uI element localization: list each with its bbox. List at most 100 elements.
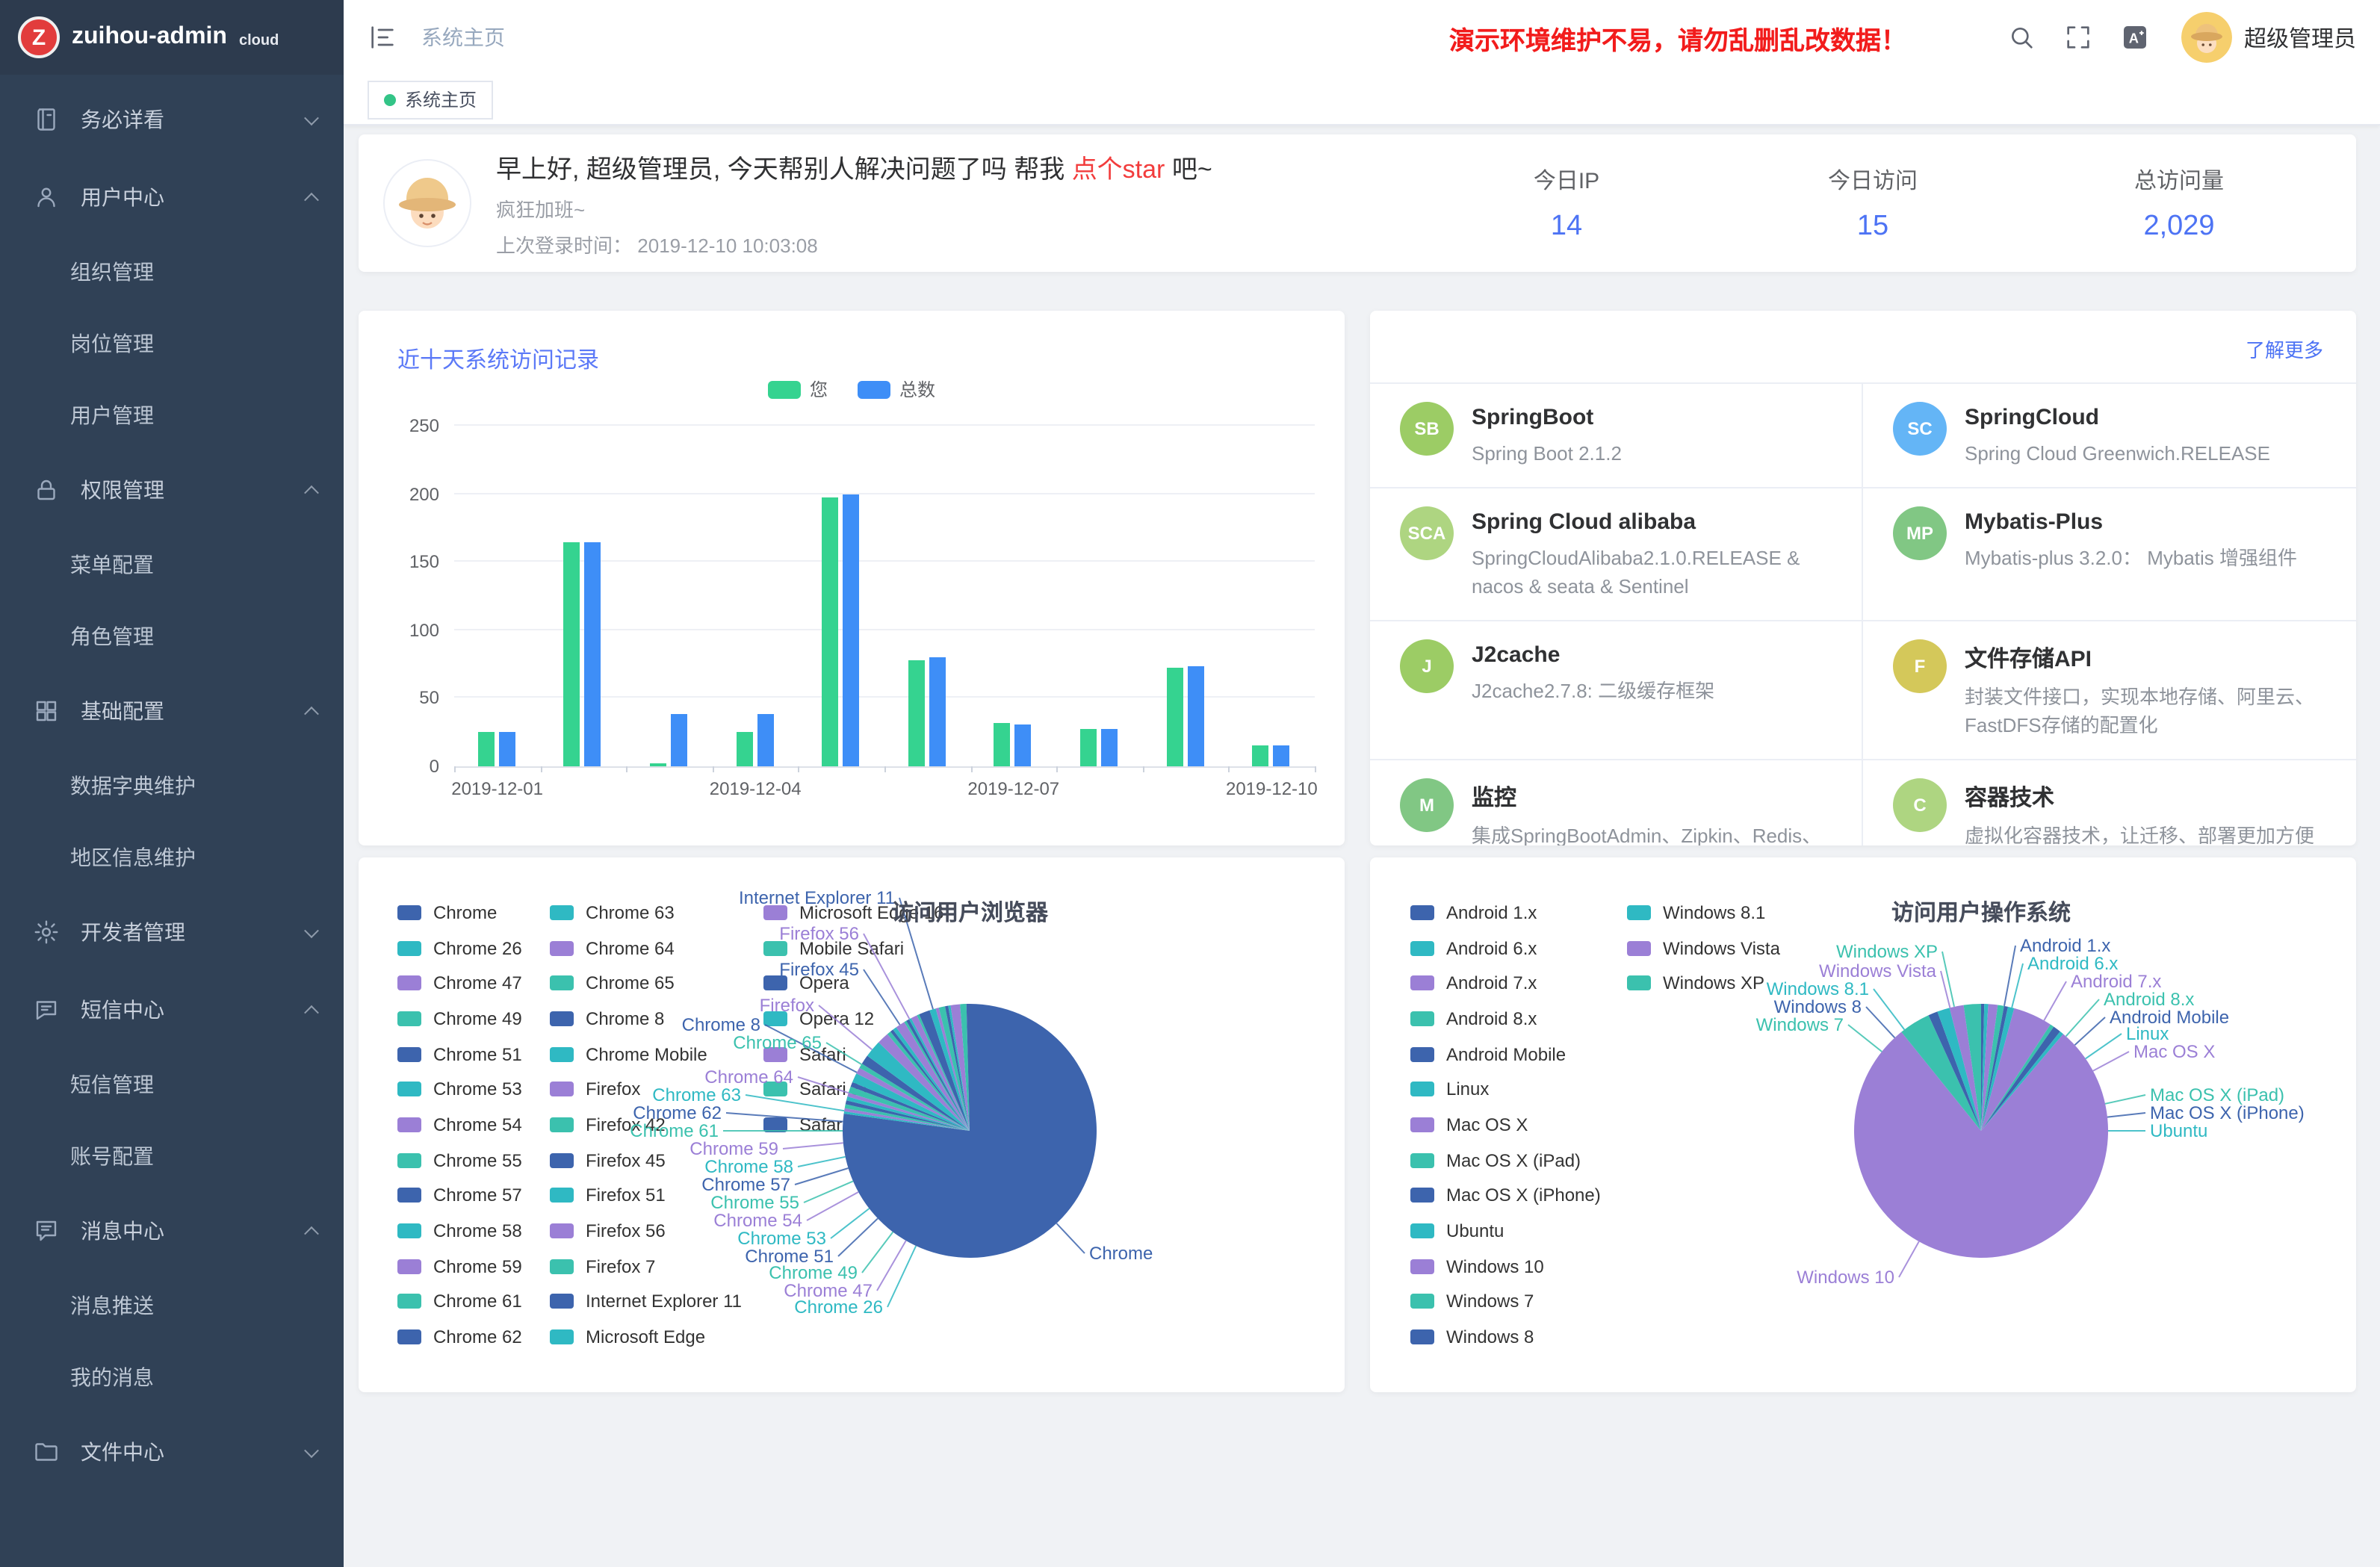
pie-callout-label: Chrome 59: [689, 1139, 778, 1159]
sidebar-subitem[interactable]: 我的消息: [0, 1341, 344, 1413]
bar[interactable]: [757, 715, 773, 766]
book-icon: [33, 106, 60, 133]
feature-body: SpringCloudSpring Cloud Greenwich.RELEAS…: [1965, 402, 2270, 468]
sidebar-item[interactable]: 短信中心: [0, 971, 344, 1049]
sidebar-subitem[interactable]: 短信管理: [0, 1049, 344, 1120]
feature-item[interactable]: C容器技术虚拟化容器技术，让迁移、部署更加方便快捷: [1863, 758, 2356, 845]
pie-callout-label: Firefox 56: [779, 924, 859, 944]
legend-item[interactable]: 您: [768, 376, 828, 402]
charts-row-2: ChromeChrome 26Chrome 47Chrome 49Chrome …: [359, 857, 2356, 1392]
bar[interactable]: [1187, 667, 1203, 766]
callout-line: [862, 1232, 893, 1273]
bar[interactable]: [1166, 668, 1183, 766]
sidebar-subitem[interactable]: 数据字典维护: [0, 750, 344, 822]
callout-line: [2107, 1113, 2145, 1117]
logo[interactable]: Z zuihou-admin cloud: [0, 0, 344, 75]
stat-value: 14: [1413, 210, 1720, 243]
bar[interactable]: [650, 763, 666, 766]
bar[interactable]: [1015, 724, 1032, 766]
feature-grid: SBSpringBootSpring Boot 2.1.2SCSpringClo…: [1370, 382, 2356, 845]
legend-item[interactable]: 总数: [858, 376, 935, 402]
collapse-menu-icon[interactable]: [368, 22, 397, 52]
callout-line: [783, 1143, 843, 1149]
sidebar-item[interactable]: 文件中心: [0, 1413, 344, 1491]
feature-avatar: F: [1893, 639, 1947, 692]
sidebar-subitem[interactable]: 地区信息维护: [0, 822, 344, 893]
sidebar-subitem[interactable]: 菜单配置: [0, 529, 344, 601]
bar[interactable]: [1080, 728, 1097, 766]
bar[interactable]: [478, 732, 495, 766]
feature-item[interactable]: JJ2cacheJ2cache2.7.8: 二级缓存框架: [1370, 619, 1863, 758]
sms-icon: [33, 996, 60, 1023]
sidebar-subitem[interactable]: 岗位管理: [0, 308, 344, 379]
sidebar-subitem[interactable]: 账号配置: [0, 1120, 344, 1192]
font-size-icon[interactable]: A: [2120, 22, 2150, 52]
feature-title: SpringBoot: [1472, 405, 1622, 430]
sidebar-item[interactable]: 务必详看: [0, 81, 344, 158]
axis-tick: [1056, 766, 1058, 772]
bar[interactable]: [499, 732, 515, 766]
gear-icon: [33, 919, 60, 946]
sidebar-item-label: 用户中心: [81, 182, 306, 212]
search-icon[interactable]: [2006, 22, 2036, 52]
pie-callout-label: Windows 8.1: [1767, 979, 1869, 999]
gridline: [454, 697, 1315, 698]
pie-callout-label: Chrome 63: [652, 1085, 741, 1105]
bar[interactable]: [1101, 730, 1118, 766]
username[interactable]: 超级管理员: [2244, 22, 2356, 53]
feature-item[interactable]: M监控集成SpringBootAdmin、Zipkin、Redis、Mysql、…: [1370, 758, 1863, 845]
feature-item[interactable]: SCASpring Cloud alibabaSpringCloudAlibab…: [1370, 486, 1863, 619]
tab-system-home[interactable]: 系统主页: [368, 80, 493, 119]
feature-item[interactable]: SBSpringBootSpring Boot 2.1.2: [1370, 384, 1863, 486]
sidebar-subitem[interactable]: 角色管理: [0, 601, 344, 672]
y-axis-label: 0: [379, 756, 439, 777]
bar[interactable]: [585, 542, 601, 766]
logo-icon: Z: [18, 16, 60, 58]
bar[interactable]: [736, 732, 752, 766]
sidebar-item-label: 务必详看: [81, 105, 306, 134]
sidebar-subitem[interactable]: 消息推送: [0, 1270, 344, 1341]
sidebar-item[interactable]: 开发者管理: [0, 893, 344, 971]
sidebar-subitem[interactable]: 组织管理: [0, 236, 344, 308]
sidebar-item[interactable]: 权限管理: [0, 451, 344, 529]
x-axis-label: 2019-12-10: [1204, 778, 1339, 799]
feature-item[interactable]: SCSpringCloudSpring Cloud Greenwich.RELE…: [1863, 384, 2356, 486]
stat-value: 15: [1720, 210, 2026, 243]
pie-callout-label: Windows Vista: [1819, 961, 1937, 981]
fullscreen-icon[interactable]: [2063, 22, 2093, 52]
axis-tick: [1143, 766, 1144, 772]
callout-line: [1848, 1025, 1882, 1052]
sidebar-subitem[interactable]: 用户管理: [0, 379, 344, 451]
bar[interactable]: [671, 715, 687, 766]
bar[interactable]: [908, 660, 925, 766]
stat-label: 今日访问: [1720, 164, 2026, 195]
sidebar-item[interactable]: 消息中心: [0, 1192, 344, 1270]
pie-callout-label: Windows 10: [1797, 1267, 1894, 1288]
user-avatar[interactable]: [2181, 12, 2232, 63]
feature-item[interactable]: F文件存储API封装文件接口，实现本地存储、阿里云、FastDFS存储的配置化: [1863, 619, 2356, 758]
x-axis-label: 2019-12-04: [688, 778, 822, 799]
bar[interactable]: [843, 494, 859, 766]
callout-line: [2086, 1034, 2122, 1058]
bar[interactable]: [564, 542, 580, 766]
callout-line: [746, 1095, 844, 1111]
x-axis-label: 2019-12-07: [946, 778, 1081, 799]
callout-line: [864, 934, 909, 1019]
bar[interactable]: [822, 498, 838, 766]
star-link[interactable]: 点个star: [1072, 155, 1165, 184]
feature-item[interactable]: MPMybatis-PlusMybatis-plus 3.2.0： Mybati…: [1863, 486, 2356, 619]
bar[interactable]: [929, 657, 946, 766]
callout-line: [826, 1043, 861, 1064]
pie-callout-label: Chrome 8: [682, 1015, 760, 1035]
breadcrumb[interactable]: 系统主页: [421, 22, 505, 52]
sidebar-item[interactable]: 基础配置: [0, 672, 344, 750]
bar[interactable]: [1252, 746, 1268, 766]
sidebar-item[interactable]: 用户中心: [0, 158, 344, 236]
sidebar-item-label: 文件中心: [81, 1437, 306, 1467]
learn-more-link[interactable]: 了解更多: [2246, 335, 2323, 363]
bar[interactable]: [1273, 746, 1289, 766]
bar[interactable]: [994, 723, 1011, 766]
topbar: 系统主页 演示环境维护不易，请勿乱删乱改数据！ A 超级管理员: [344, 0, 2380, 75]
message-icon: [33, 1217, 60, 1244]
axis-tick: [1315, 766, 1316, 772]
